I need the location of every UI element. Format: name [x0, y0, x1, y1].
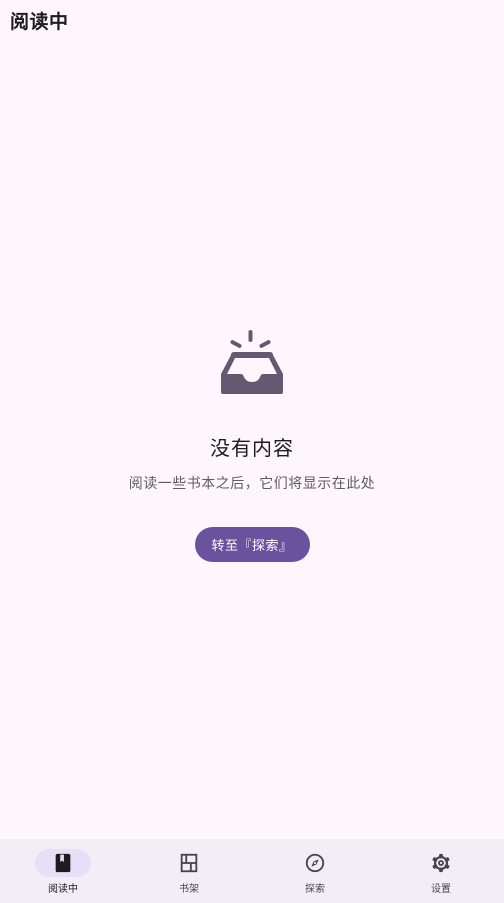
empty-title: 没有内容: [210, 436, 294, 460]
bookshelf-icon: [180, 853, 198, 873]
nav-item-explore[interactable]: 探索: [252, 839, 378, 903]
nav-item-bookshelf[interactable]: 书架: [126, 839, 252, 903]
page-title: 阅读中: [10, 10, 69, 33]
nav-icon-pill: [287, 849, 343, 877]
inbox-icon: [221, 330, 283, 394]
top-bar: 阅读中: [0, 0, 504, 40]
gear-icon: [432, 853, 450, 873]
app-root: 阅读中 没有内容 阅读一些书本之后，它们将显示在此处 转至『探索』 阅读中 书架…: [0, 0, 504, 903]
nav-icon-pill: [35, 849, 91, 877]
nav-icon-pill: [413, 849, 469, 877]
nav-icon-pill: [161, 849, 217, 877]
nav-label: 设置: [431, 884, 451, 895]
nav-label: 书架: [179, 884, 199, 895]
compass-icon: [305, 853, 325, 873]
nav-item-reading[interactable]: 阅读中: [0, 839, 126, 903]
empty-description: 阅读一些书本之后，它们将显示在此处: [128, 476, 376, 492]
go-to-explore-button[interactable]: 转至『探索』: [194, 527, 310, 562]
nav-item-settings[interactable]: 设置: [378, 839, 504, 903]
bottom-nav: 阅读中 书架 探索 设置: [0, 839, 504, 903]
empty-state: 没有内容 阅读一些书本之后，它们将显示在此处 转至『探索』: [0, 328, 504, 562]
book-icon: [55, 853, 71, 873]
nav-label: 探索: [305, 884, 325, 895]
nav-label: 阅读中: [48, 884, 78, 895]
